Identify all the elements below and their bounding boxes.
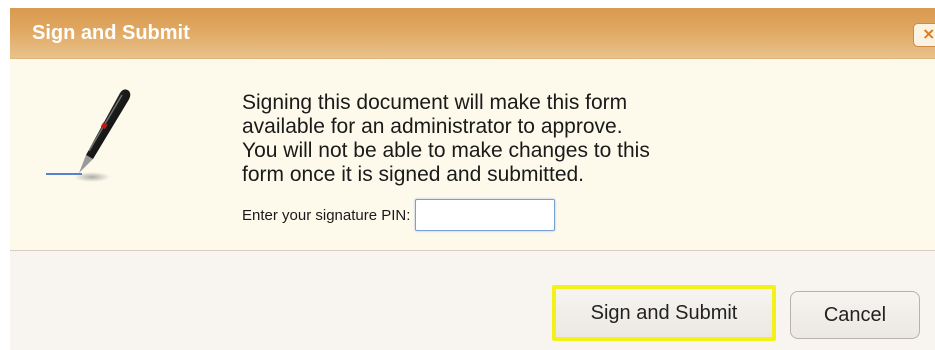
close-icon: × (922, 24, 935, 43)
signing-message: Signing this document will make this for… (242, 91, 862, 187)
close-button[interactable]: × (913, 23, 935, 47)
message-line: form once it is signed and submitted. (242, 163, 585, 186)
signature-pin-input[interactable] (415, 199, 556, 231)
cancel-button[interactable]: Cancel (790, 291, 920, 339)
pen-icon (46, 89, 131, 182)
sign-and-submit-button[interactable]: Sign and Submit (552, 285, 776, 341)
message-line: available for an administrator to approv… (242, 115, 623, 138)
dialog-content: Signing this document will make this for… (10, 59, 935, 250)
pin-label: Enter your signature PIN: (242, 206, 411, 224)
dialog-title: Sign and Submit (32, 22, 190, 44)
message-line: Signing this document will make this for… (242, 91, 628, 114)
pin-row: Enter your signature PIN: (242, 198, 556, 232)
dialog-titlebar: Sign and Submit × (10, 8, 935, 59)
sign-and-submit-dialog: Sign and Submit × Signing this document … (10, 8, 935, 350)
message-line: You will not be able to make changes to … (242, 139, 650, 162)
dialog-footer: Sign and Submit Cancel (10, 251, 935, 350)
